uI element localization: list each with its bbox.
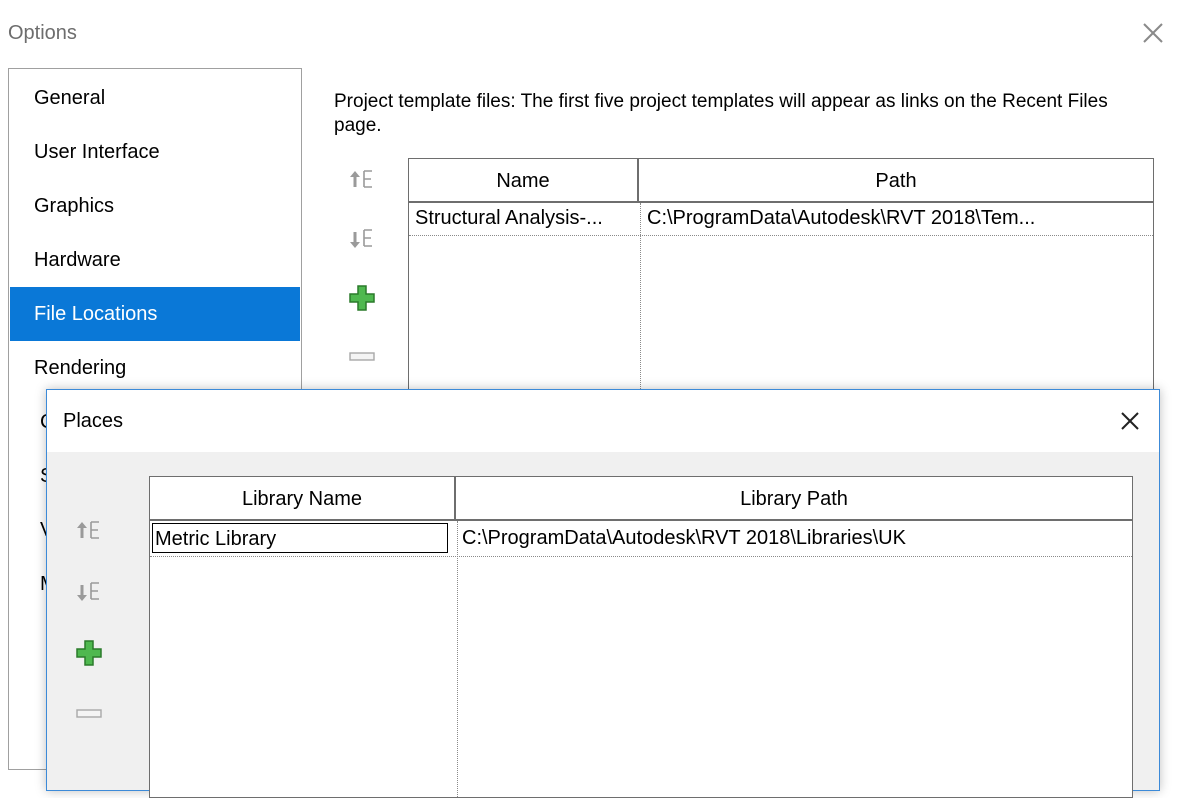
nav-item-file-locations[interactable]: File Locations (10, 287, 300, 341)
places-title-bar (47, 390, 1159, 452)
row-divider (409, 235, 1153, 236)
move-down-icon[interactable] (346, 224, 382, 254)
column-header-path[interactable]: Path (639, 159, 1153, 203)
close-icon[interactable] (1138, 18, 1168, 48)
nav-item-graphics[interactable]: Graphics (10, 179, 300, 233)
template-path-cell[interactable]: C:\ProgramData\Autodesk\RVT 2018\Tem... (647, 207, 1147, 230)
add-icon[interactable] (73, 638, 109, 668)
template-name-cell[interactable]: Structural Analysis-... (415, 207, 639, 230)
places-dialog: Places Library Name Library Path Metric … (46, 389, 1160, 798)
library-name-cell[interactable]: Metric Library (152, 523, 448, 553)
options-window-title: Options (8, 22, 77, 44)
remove-icon[interactable] (346, 342, 382, 372)
move-up-icon[interactable] (73, 516, 109, 546)
column-header-name[interactable]: Name (409, 159, 639, 203)
nav-item-rendering[interactable]: Rendering (10, 341, 300, 395)
column-divider (457, 521, 458, 797)
library-path-cell[interactable]: C:\ProgramData\Autodesk\RVT 2018\Librari… (462, 523, 1126, 553)
move-down-icon[interactable] (73, 577, 109, 607)
nav-item-hardware[interactable]: Hardware (10, 233, 300, 287)
row-divider (150, 556, 1132, 557)
close-icon[interactable] (1115, 406, 1145, 436)
nav-item-general[interactable]: General (10, 71, 300, 125)
places-dialog-title: Places (63, 410, 124, 432)
move-up-icon[interactable] (346, 165, 382, 195)
project-template-description: Project template files: The first five p… (334, 91, 1108, 136)
library-table[interactable]: Library Name Library Path Metric Library… (149, 476, 1133, 798)
remove-icon[interactable] (73, 699, 109, 729)
column-header-library-name[interactable]: Library Name (150, 477, 456, 521)
nav-item-user-interface[interactable]: User Interface (10, 125, 300, 179)
add-icon[interactable] (346, 283, 382, 313)
column-header-library-path[interactable]: Library Path (456, 477, 1132, 521)
